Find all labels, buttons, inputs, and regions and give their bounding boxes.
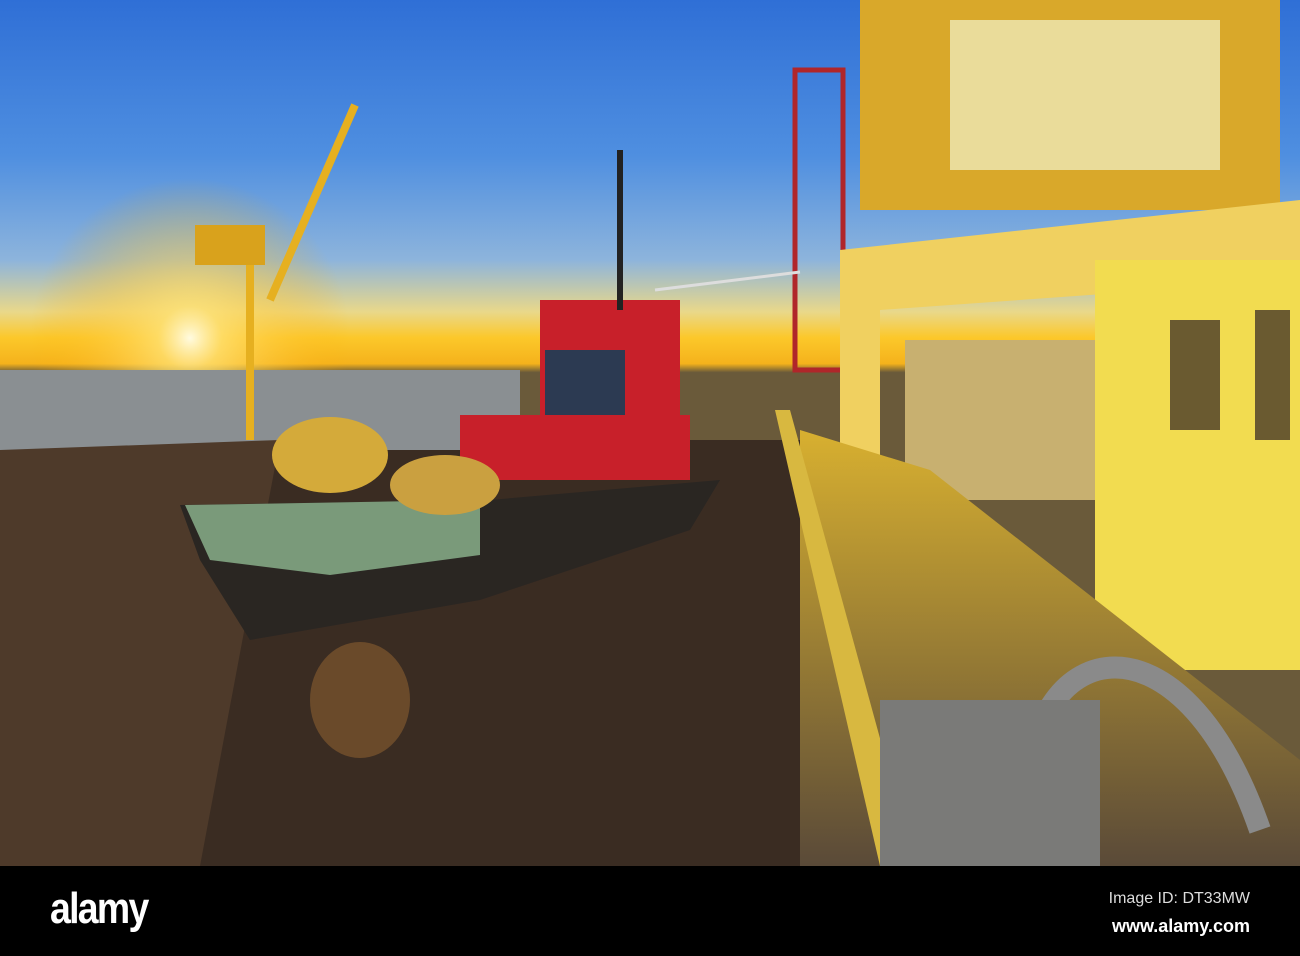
image-id: Image ID: DT33MW [1108, 890, 1250, 907]
scene [0, 0, 1300, 866]
lattice-tower [654, 67, 846, 373]
tug-cabin-blue [545, 350, 625, 415]
alamy-logo: alamy [50, 884, 149, 933]
crane-panel [950, 20, 1220, 170]
site-url: www.alamy.com [1111, 916, 1250, 936]
tug-deck-red [460, 415, 690, 480]
window-1 [1170, 320, 1220, 430]
window-2 [1255, 310, 1290, 440]
propeller-nozzle [310, 642, 410, 758]
watermark-bar [0, 866, 1300, 956]
dry-dock-photo [0, 0, 1300, 866]
dock-wall-left [0, 370, 520, 450]
tarp-1 [272, 417, 388, 493]
machinery [880, 700, 1100, 866]
tarp-2 [390, 455, 500, 515]
